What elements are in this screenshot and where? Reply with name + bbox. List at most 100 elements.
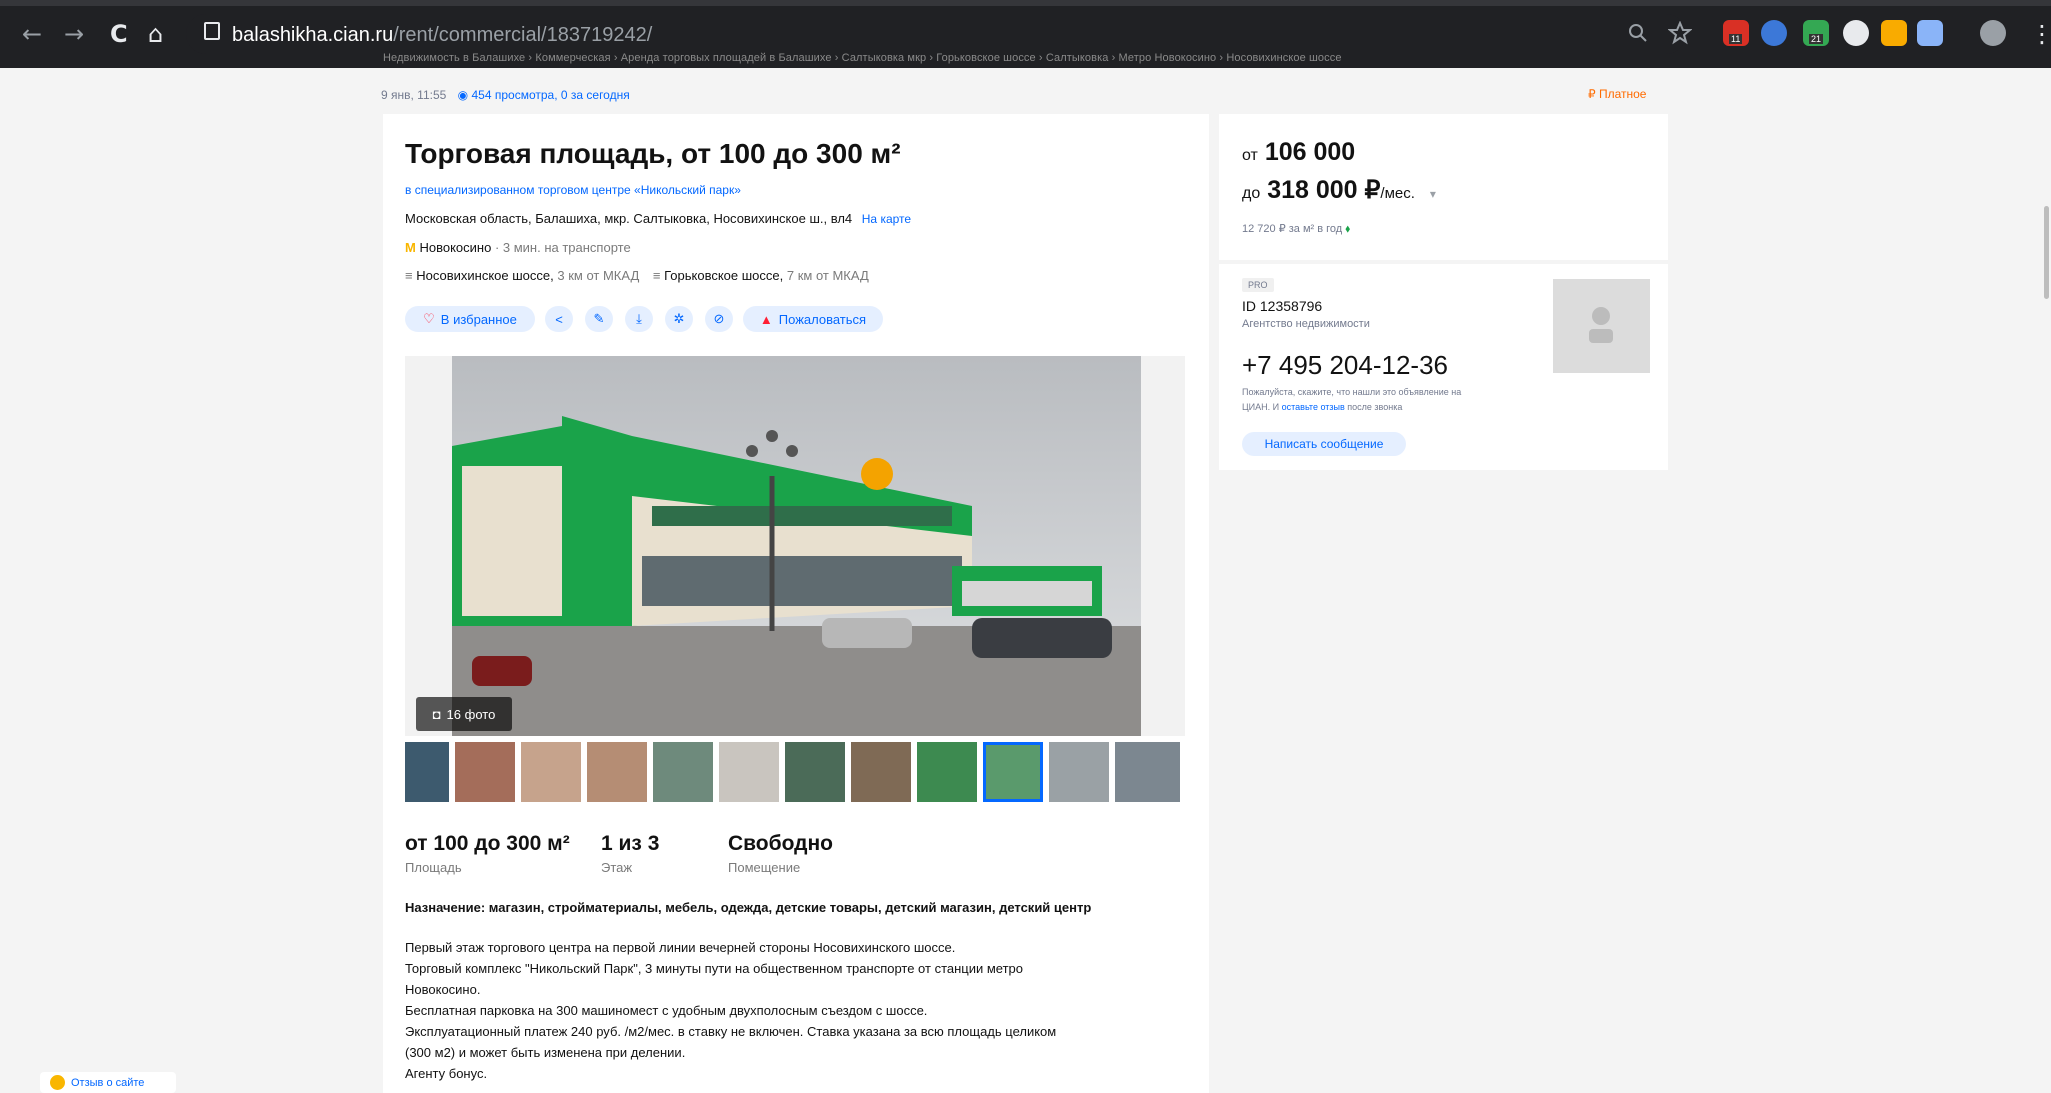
price-from: от 106 000 — [1242, 138, 1355, 167]
metro-name[interactable]: Новокосино — [419, 240, 491, 255]
complain-button[interactable]: ▲ Пожаловаться — [743, 306, 883, 332]
avatar — [1553, 279, 1650, 373]
gear-icon: ✲ — [673, 311, 685, 326]
scrollbar-thumb[interactable] — [2044, 206, 2049, 299]
download-icon: ⤓ — [636, 311, 642, 326]
fact-area-value: от 100 до 300 м² — [405, 832, 570, 855]
camera-icon: ◘ — [432, 706, 441, 722]
highway-2-distance: 7 км от МКАД — [786, 268, 869, 283]
extension-badge-1: 11 — [1729, 34, 1743, 44]
listing-title: Торговая площадь, от 100 до 300 м² — [405, 138, 901, 169]
extension-icon-2[interactable] — [1761, 20, 1787, 46]
thumbnail[interactable] — [521, 742, 581, 802]
purpose: Назначение: магазин, стройматериалы, меб… — [405, 900, 1092, 915]
home-icon[interactable]: ⌂ — [148, 22, 163, 46]
description-line: Агенту бонус. — [405, 1066, 488, 1081]
chevron-down-icon[interactable]: ▾ — [1430, 187, 1436, 201]
highway-1[interactable]: Носовихинское шоссе, — [416, 268, 554, 283]
thumbnail[interactable] — [1115, 742, 1180, 802]
metro: M Новокосино · 3 мин. на транспорте — [405, 240, 631, 255]
favorite-button[interactable]: ♡ В избранное — [405, 306, 535, 332]
lock-icon — [204, 22, 220, 40]
zoom-icon[interactable] — [1627, 22, 1649, 44]
photo-count-badge[interactable]: ◘ 16 фото — [416, 697, 512, 731]
description-line: (300 м2) и может быть изменена при делен… — [405, 1045, 686, 1060]
fact-floor-value: 1 из 3 — [601, 832, 660, 855]
forward-icon[interactable]: → — [64, 22, 84, 46]
price-change-icon: ⬧ — [1345, 223, 1351, 235]
price-per-m2-text: 12 720 ₽ за м² в год — [1242, 223, 1343, 235]
price-to: до 318 000 ₽/мес. ▾ — [1242, 175, 1436, 205]
extension-icon-3[interactable]: 21 — [1803, 20, 1829, 46]
url-host: balashikha.cian.ru — [232, 24, 394, 46]
price-from-value: 106 000 — [1264, 138, 1356, 166]
map-link[interactable]: На карте — [862, 212, 911, 226]
review-link[interactable]: оставьте отзыв — [1282, 402, 1345, 412]
thumbnail[interactable] — [851, 742, 911, 802]
favorite-label: В избранное — [440, 311, 517, 327]
url-text[interactable]: balashikha.cian.ru/rent/commercial/18371… — [232, 24, 652, 47]
agent-note-1: Пожалуйста, скажите, что нашли это объяв… — [1242, 387, 1462, 397]
address: Московская область, Балашиха, мкр. Салты… — [405, 211, 911, 226]
description-line: Эксплуатационный платеж 240 руб. /м2/мес… — [405, 1024, 1057, 1039]
bookmark-star-icon[interactable] — [1668, 21, 1692, 45]
price-from-prefix: от — [1242, 147, 1258, 164]
hide-button[interactable]: ⊘ — [705, 306, 733, 332]
url-path: /rent/commercial/183719242/ — [393, 24, 653, 46]
reload-icon[interactable]: C — [110, 22, 128, 46]
extension-icon-5[interactable] — [1881, 20, 1907, 46]
complain-label: Пожаловаться — [778, 311, 867, 327]
highway-icon-2: ≡ — [652, 268, 661, 283]
back-icon[interactable]: ← — [22, 22, 42, 46]
thumbnail-active[interactable] — [983, 742, 1043, 802]
thumbnail[interactable] — [917, 742, 977, 802]
agent-note-2: ЦИАН. И оставьте отзыв после звонка — [1242, 402, 1402, 412]
settings-button[interactable]: ✲ — [665, 306, 693, 332]
agent-id[interactable]: ID 12358796 — [1242, 298, 1322, 314]
fact-premises-value: Свободно — [728, 832, 833, 855]
edit-button[interactable]: ✎ — [585, 306, 613, 332]
menu-icon[interactable]: ⋮ — [2030, 22, 2051, 46]
price-to-prefix: до — [1242, 185, 1261, 202]
paid-label: Платное — [1598, 87, 1647, 101]
listing-views[interactable]: 454 просмотра, 0 за сегодня — [472, 88, 630, 102]
fact-floor-label: Этаж — [601, 860, 633, 875]
metro-time: · 3 мин. на транспорте — [494, 240, 631, 255]
thumbnail[interactable] — [1049, 742, 1109, 802]
thumbnail[interactable] — [455, 742, 515, 802]
thumbnail[interactable] — [653, 742, 713, 802]
highway-2[interactable]: Горьковское шоссе, — [664, 268, 783, 283]
agent-note-prefix: ЦИАН. И — [1242, 402, 1280, 412]
thumbnail[interactable] — [587, 742, 647, 802]
mall-photo-illustration — [452, 356, 1141, 736]
thumbnail[interactable] — [719, 742, 779, 802]
user-placeholder-icon — [1589, 307, 1613, 343]
extension-icon-6[interactable] — [1917, 20, 1943, 46]
price-per-m2: 12 720 ₽ за м² в год ⬧ — [1242, 222, 1350, 236]
fact-premises-label: Помещение — [728, 860, 801, 875]
profile-avatar[interactable] — [1980, 20, 2006, 46]
description-line: Новокосино. — [405, 982, 481, 997]
message-button[interactable]: Написать сообщение — [1242, 432, 1406, 456]
extension-icon-1[interactable]: 11 — [1723, 20, 1749, 46]
listing-meta: 9 янв, 11:55 ◉ 454 просмотра, 0 за сегод… — [381, 88, 630, 102]
feedback-label: Отзыв о сайте — [71, 1076, 145, 1089]
price-to-value: 318 000 ₽ — [1267, 176, 1381, 204]
breadcrumb[interactable]: Недвижимость в Балашихе › Коммерческая ›… — [383, 52, 1342, 64]
eye-off-icon: ⊘ — [713, 311, 725, 326]
thumbnail[interactable] — [405, 742, 449, 802]
extension-icon-4[interactable] — [1843, 20, 1869, 46]
eye-icon: ◉ — [457, 88, 469, 102]
feedback-button[interactable]: Отзыв о сайте — [40, 1072, 176, 1093]
extension-badge-3: 21 — [1809, 34, 1824, 44]
main-photo[interactable] — [452, 356, 1141, 736]
address-text: Московская область, Балашиха, мкр. Салты… — [405, 211, 853, 226]
download-button[interactable]: ⤓ — [625, 306, 653, 332]
mall-link[interactable]: в специализированном торговом центре «Ни… — [405, 183, 741, 197]
warning-icon: ▲ — [759, 311, 773, 327]
paid-badge: ₽ Платное — [1588, 87, 1646, 101]
share-button[interactable]: < — [545, 306, 573, 332]
thumbnail[interactable] — [785, 742, 845, 802]
agent-phone[interactable]: +7 495 204-12-36 — [1242, 350, 1448, 381]
agent-type: Агентство недвижимости — [1242, 318, 1370, 330]
